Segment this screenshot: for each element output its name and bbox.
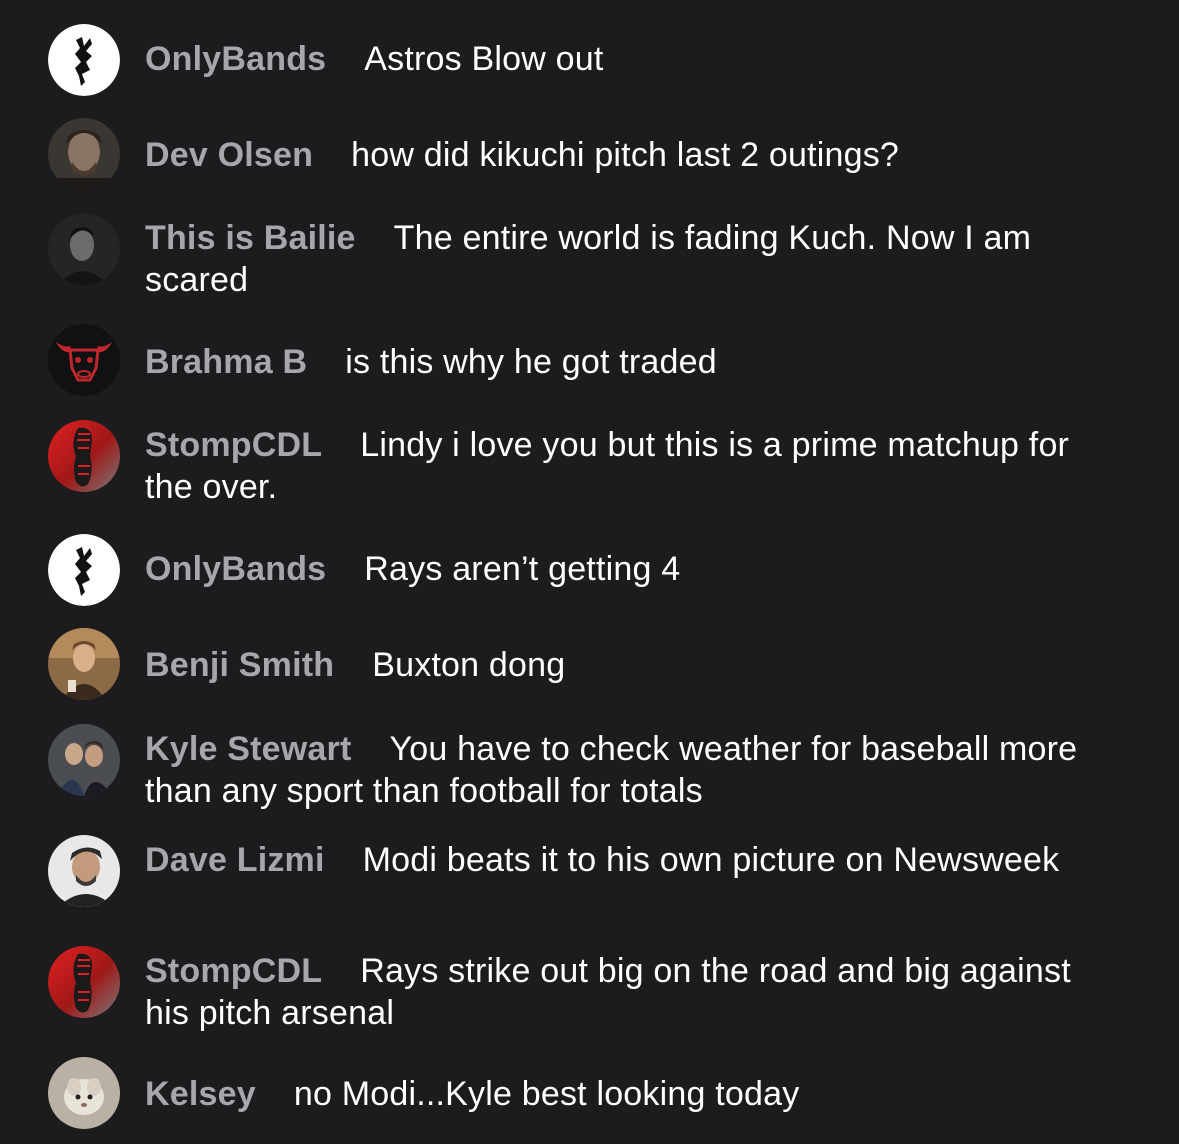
- author-name[interactable]: StompCDL: [145, 426, 322, 464]
- message-body: Rays aren’t getting 4: [364, 550, 681, 588]
- author-name[interactable]: OnlyBands: [145, 40, 326, 78]
- message-text: Dev Olsen how did kikuchi pitch last 2 ou…: [145, 134, 1115, 176]
- author-name[interactable]: StompCDL: [145, 952, 322, 990]
- author-name[interactable]: Benji Smith: [145, 646, 334, 684]
- author-name[interactable]: This is Bailie: [145, 219, 356, 257]
- onlybands-logo-icon: [48, 534, 120, 606]
- message-text: StompCDL Rays strike out big on the road …: [145, 950, 1115, 1034]
- message-text: Kelsey no Modi...Kyle best looking today: [145, 1073, 1115, 1115]
- message-body: no Modi...Kyle best looking today: [293, 1075, 800, 1113]
- bull-logo-icon: [48, 324, 120, 396]
- user-photo-icon: [48, 835, 120, 907]
- avatar[interactable]: [48, 420, 120, 492]
- message-text: OnlyBands Rays aren’t getting 4: [145, 548, 1115, 590]
- message-body: Astros Blow out: [364, 40, 604, 78]
- user-photo-icon: [48, 213, 120, 285]
- avatar[interactable]: [48, 213, 120, 285]
- avatar[interactable]: [48, 24, 120, 96]
- message-body: Modi beats it to his own picture on News…: [362, 841, 1060, 879]
- user-photo-icon: [48, 724, 120, 796]
- message-text: This is Bailie The entire world is fading…: [145, 217, 1115, 301]
- avatar[interactable]: [48, 835, 120, 907]
- author-name[interactable]: Kyle Stewart: [145, 730, 351, 768]
- message-text: Kyle Stewart You have to check weather fo…: [145, 728, 1115, 812]
- author-name[interactable]: Brahma B: [145, 343, 307, 381]
- user-photo-icon: [48, 628, 120, 700]
- message-body: is this why he got traded: [345, 343, 717, 381]
- user-photo-icon: [48, 1057, 120, 1129]
- avatar[interactable]: [48, 534, 120, 606]
- stomp-boot-logo-icon: [48, 420, 120, 492]
- message-text: Brahma B is this why he got traded: [145, 341, 1115, 383]
- avatar[interactable]: [48, 118, 120, 190]
- message-text: Benji Smith Buxton dong: [145, 644, 1115, 686]
- author-name[interactable]: Dev Olsen: [145, 136, 313, 174]
- chat-feed: OnlyBands Astros Blow out Dev Olsen how di…: [0, 0, 1179, 1144]
- avatar[interactable]: [48, 324, 120, 396]
- author-name[interactable]: Dave Lizmi: [145, 841, 325, 879]
- message-body: Buxton dong: [372, 646, 566, 684]
- avatar[interactable]: [48, 724, 120, 796]
- message-text: StompCDL Lindy i love you but this is a p…: [145, 424, 1115, 508]
- avatar[interactable]: [48, 1057, 120, 1129]
- message-text: Dave Lizmi Modi beats it to his own pictu…: [145, 839, 1115, 881]
- message-body: how did kikuchi pitch last 2 outings?: [351, 136, 900, 174]
- author-name[interactable]: OnlyBands: [145, 550, 326, 588]
- message-text: OnlyBands Astros Blow out: [145, 38, 1115, 80]
- avatar[interactable]: [48, 628, 120, 700]
- avatar[interactable]: [48, 946, 120, 1018]
- onlybands-logo-icon: [48, 24, 120, 96]
- user-photo-icon: [48, 118, 120, 190]
- stomp-boot-logo-icon: [48, 946, 120, 1018]
- author-name[interactable]: Kelsey: [145, 1075, 256, 1113]
